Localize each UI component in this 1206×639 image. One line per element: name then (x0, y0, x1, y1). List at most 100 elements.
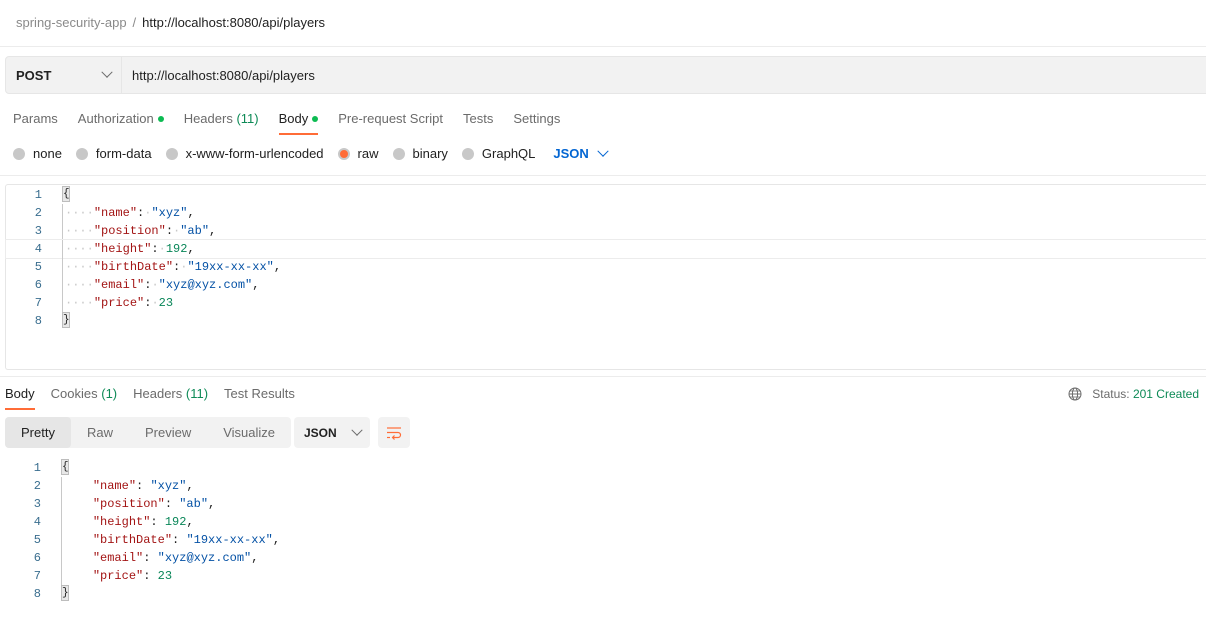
tab-settings[interactable]: Settings (513, 110, 560, 134)
code-line: 6 ····"email":·"xyz@xyz.com", (6, 276, 1206, 294)
line-number: 4 (34, 242, 42, 256)
url-input[interactable] (122, 57, 1206, 93)
code-line: 8} (6, 312, 1206, 330)
view-mode-group: Pretty Raw Preview Visualize (5, 417, 292, 448)
line-number: 6 (34, 278, 42, 292)
viewer-lines: 1{2 "name": "xyz", 3 "position": "ab", 4 "… (5, 459, 605, 603)
indent: ···· (65, 260, 94, 274)
response-tab-headers[interactable]: Headers (11) (133, 385, 208, 409)
tab-body[interactable]: Body (278, 110, 319, 135)
url-bar: POST (5, 56, 1206, 94)
json-value: 192 (165, 242, 188, 256)
request-body-editor[interactable]: 1{2 ····"name":·"xyz", 3 ····"position":·"a… (5, 184, 1206, 370)
line-content: "birthDate": "19xx-xx-xx", (61, 531, 280, 549)
radio-button-icon[interactable] (337, 147, 350, 160)
code-line: 2 ····"name":·"xyz", (6, 204, 1206, 222)
method-select[interactable]: POST (6, 57, 122, 93)
tab-authorization[interactable]: Authorization (78, 110, 164, 134)
wrap-lines-icon (387, 426, 402, 440)
json-value: "ab" (179, 497, 209, 511)
colon: : (165, 224, 174, 238)
view-mode-raw[interactable]: Raw (71, 417, 129, 448)
radio-x-www-form-urlencoded[interactable]: x-www-form-urlencoded (165, 146, 324, 161)
line-content: } (62, 312, 70, 330)
view-mode-visualize[interactable]: Visualize (207, 417, 291, 448)
json-key: "birthDate" (93, 260, 174, 274)
line-content: "name": "xyz", (61, 477, 194, 495)
radio-none[interactable]: none (13, 146, 62, 161)
line-number: 7 (34, 296, 42, 310)
code-line: 7 ····"price":·23 (6, 294, 1206, 312)
response-tab-test-results[interactable]: Test Results (224, 385, 295, 409)
line-number: 8 (34, 314, 42, 328)
radio-graphql[interactable]: GraphQL (461, 146, 535, 161)
json-value: 192 (164, 515, 187, 529)
response-tab-body[interactable]: Body (5, 385, 35, 410)
tab-headers[interactable]: Headers (11) (184, 110, 259, 134)
view-mode-pretty[interactable]: Pretty (5, 417, 71, 448)
indent: ···· (65, 242, 94, 256)
comma: , (187, 206, 195, 220)
colon: : (164, 497, 173, 511)
json-key: "name" (93, 206, 138, 220)
tab-pre-request-script[interactable]: Pre-request Script (338, 110, 443, 134)
radio-button-icon[interactable] (461, 147, 474, 160)
line-number: 5 (34, 260, 42, 274)
json-value: 23 (158, 296, 174, 310)
line-content: ····"birthDate":·"19xx-xx-xx", (62, 258, 281, 276)
json-value: "19xx-xx-xx" (187, 260, 274, 274)
status-code[interactable]: 201 Created (1133, 387, 1199, 401)
raw-format-select[interactable]: JSON (553, 145, 609, 161)
line-content: { (61, 459, 69, 477)
line-content: ····"email":·"xyz@xyz.com", (62, 276, 259, 294)
comma: , (187, 242, 195, 256)
line-content: ····"price":·23 (62, 294, 173, 312)
breadcrumb-collection[interactable]: spring-security-app (16, 15, 127, 30)
globe-icon[interactable] (1068, 387, 1082, 401)
comma: , (208, 497, 216, 511)
json-value: 23 (157, 569, 173, 583)
divider (0, 175, 1206, 176)
breadcrumb-request[interactable]: http://localhost:8080/api/players (142, 15, 325, 30)
json-value: "xyz" (150, 479, 187, 493)
radio-button-icon[interactable] (75, 147, 88, 160)
radio-button-icon[interactable] (165, 147, 178, 160)
radio-raw[interactable]: raw (337, 146, 379, 161)
code-line: 2 "name": "xyz", (5, 477, 605, 495)
radio-button-icon[interactable] (392, 147, 405, 160)
line-number: 1 (34, 188, 42, 202)
radio-label: raw (357, 146, 379, 161)
json-value: "xyz" (151, 206, 188, 220)
tab-count: (1) (101, 386, 118, 401)
tab-params[interactable]: Params (13, 110, 58, 134)
wrap-lines-button[interactable] (378, 417, 410, 448)
radio-label: x-www-form-urlencoded (185, 146, 324, 161)
comma: , (272, 533, 281, 547)
code-line: 5 ····"birthDate":·"19xx-xx-xx", (6, 258, 1206, 276)
tab-label: Body (5, 386, 35, 401)
tab-label: Headers (183, 111, 233, 126)
editor-lines: 1{2 ····"name":·"xyz", 3 ····"position":·"a… (5, 185, 1206, 330)
tab-label: Cookies (50, 386, 98, 401)
response-tab-cookies[interactable]: Cookies (1) (51, 385, 117, 409)
response-format-select[interactable]: JSON (294, 417, 370, 448)
json-value: "xyz@xyz.com" (157, 551, 252, 565)
radio-form-data[interactable]: form-data (75, 146, 152, 161)
method-label: POST (16, 67, 52, 83)
line-number: 2 (33, 479, 41, 493)
comma: , (186, 479, 194, 493)
space: · (158, 242, 166, 256)
response-body-viewer[interactable]: 1{2 "name": "xyz", 3 "position": "ab", 4 "… (5, 459, 605, 603)
view-mode-preview[interactable]: Preview (129, 417, 207, 448)
radio-binary[interactable]: binary (392, 146, 448, 161)
tab-tests[interactable]: Tests (463, 110, 493, 134)
line-content: "price": 23 (61, 567, 172, 585)
code-line: 3 "position": "ab", (5, 495, 605, 513)
breadcrumb: spring-security-app / http://localhost:8… (16, 13, 325, 31)
radio-button-icon[interactable] (13, 147, 25, 160)
json-key: "price" (93, 296, 145, 310)
code-line: 5 "birthDate": "19xx-xx-xx", (5, 531, 605, 549)
json-key: "name" (92, 479, 137, 493)
